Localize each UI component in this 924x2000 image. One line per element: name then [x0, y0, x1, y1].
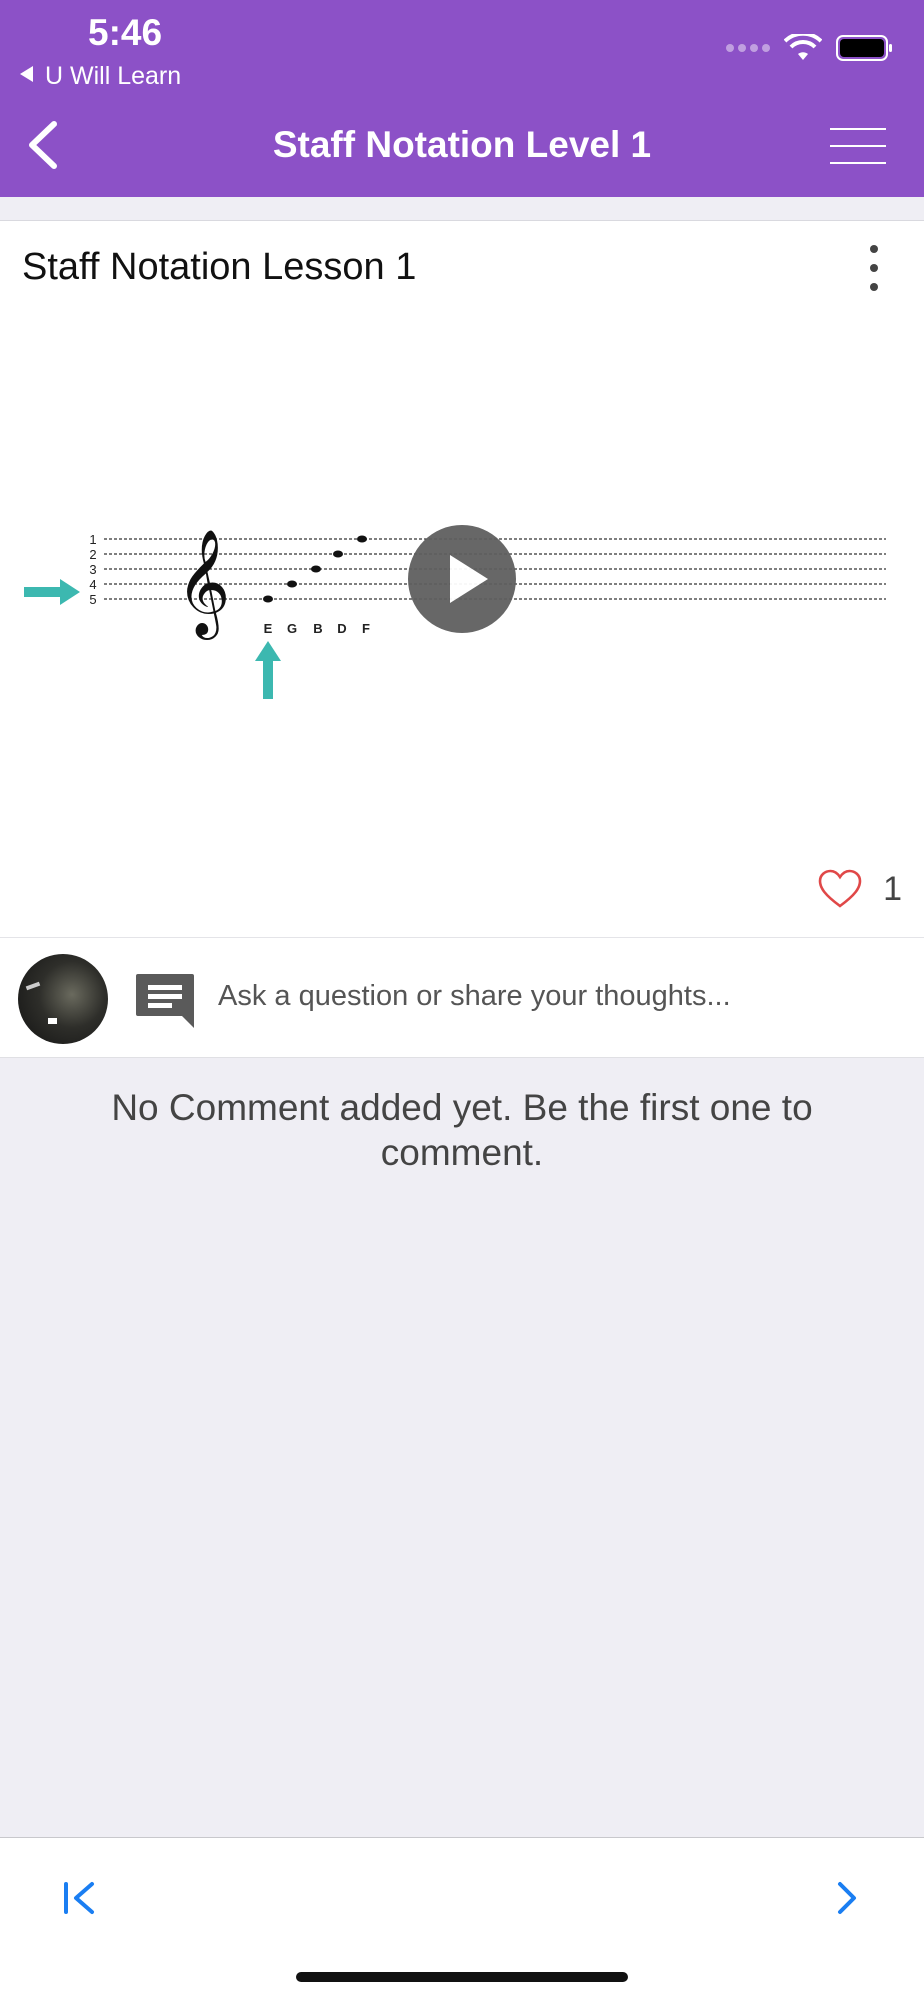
like-row: 1 — [817, 869, 902, 909]
arrow-up-icon — [255, 641, 281, 699]
staff-line-number: 1 — [89, 532, 96, 547]
chevron-right-icon[interactable] — [834, 1878, 858, 1918]
empty-comments-message: No Comment added yet. Be the first one t… — [111, 1087, 813, 1173]
status-time: 5:46 — [88, 12, 163, 53]
hamburger-menu-icon[interactable] — [830, 128, 886, 166]
treble-clef-icon: 𝄞 — [176, 528, 230, 640]
back-triangle-icon — [20, 66, 33, 82]
comment-input[interactable]: Ask a question or share your thoughts... — [218, 980, 731, 1013]
heart-icon[interactable] — [817, 869, 863, 909]
note-letter: G — [287, 621, 297, 636]
battery-icon — [836, 35, 892, 61]
staff-line-number: 5 — [89, 592, 96, 607]
note-letter: F — [362, 621, 370, 636]
staff-line-number: 3 — [89, 562, 96, 577]
note-letter: E — [264, 621, 273, 636]
first-page-icon[interactable] — [62, 1878, 98, 1918]
note-letter: B — [313, 621, 322, 636]
app-header: 5:46 U Will Learn Staff Notation Level 1 — [0, 0, 924, 197]
play-button[interactable] — [408, 525, 516, 633]
lesson-card: Staff Notation Lesson 1 1 2 3 4 5 𝄞 E G … — [0, 220, 924, 937]
more-options-icon[interactable] — [864, 245, 884, 291]
wifi-icon — [784, 34, 822, 60]
comment-input-row[interactable]: Ask a question or share your thoughts... — [0, 937, 924, 1058]
like-count: 1 — [883, 869, 902, 908]
comment-icon — [136, 974, 194, 1028]
status-back-label: U Will Learn — [45, 62, 182, 90]
arrow-right-icon — [24, 579, 80, 605]
staff-line-number: 2 — [89, 547, 96, 562]
lesson-title: Staff Notation Lesson 1 — [22, 246, 417, 288]
signal-icon — [726, 44, 770, 52]
status-icons — [726, 34, 894, 62]
page-title: Staff Notation Level 1 — [272, 124, 652, 165]
play-icon — [450, 555, 488, 603]
staff-line-number: 4 — [89, 577, 96, 592]
note-letter: D — [337, 621, 346, 636]
home-indicator — [296, 1972, 628, 1982]
status-back-to-app[interactable]: U Will Learn — [20, 62, 181, 91]
avatar — [18, 954, 108, 1044]
